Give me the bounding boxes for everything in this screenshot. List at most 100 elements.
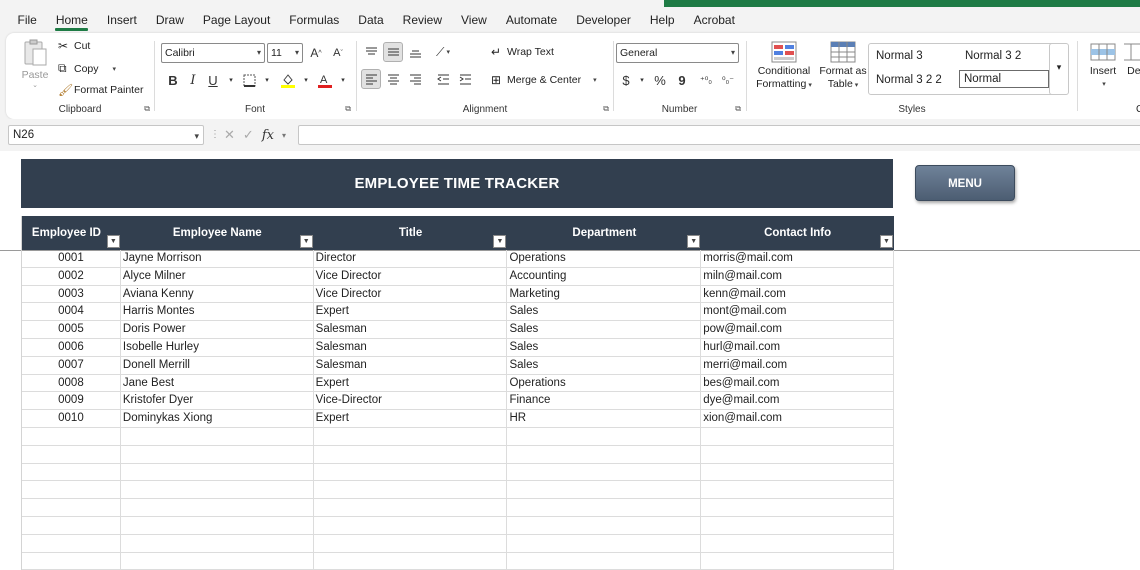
tab-page-layout[interactable]: Page Layout [193,7,279,33]
style-normal-3-2-2[interactable]: Normal 3 2 2 [876,74,942,86]
table-cell[interactable] [22,463,121,481]
table-cell[interactable]: xion@mail.com [701,410,895,427]
align-left-icon[interactable] [361,69,381,89]
table-cell[interactable] [22,499,121,516]
font-launcher-icon[interactable]: ⧉ [345,104,351,114]
increase-font-size-icon[interactable]: A ^ [306,43,326,63]
underline-chevron-icon[interactable]: ▾ [221,70,241,90]
menu-button[interactable]: MENU [915,165,1015,201]
table-cell[interactable]: Sales [507,338,702,356]
table-cell[interactable] [507,499,702,516]
table-cell[interactable] [314,481,508,499]
table-cell[interactable]: Jane Best [121,374,314,392]
currency-chevron-icon[interactable]: ▾ [632,70,652,90]
filter-dropdown-icon[interactable]: ▼ [880,235,894,248]
copy-chevron-icon[interactable]: ▾ [113,65,117,73]
tab-view[interactable]: View [452,7,497,33]
increase-indent-icon[interactable] [455,69,475,89]
table-cell[interactable]: 0010 [22,410,121,427]
table-cell[interactable]: Finance [507,392,702,410]
table-cell[interactable]: Salesman [314,356,508,374]
table-cell[interactable] [701,516,895,534]
table-cell[interactable]: Salesman [314,338,508,356]
table-cell[interactable] [507,445,702,463]
table-cell[interactable]: Director [314,250,508,267]
table-cell[interactable]: dye@mail.com [701,392,895,410]
table-cell[interactable]: Expert [314,410,508,427]
orientation-icon[interactable]: ⟋ ▾ [433,42,453,62]
decrease-decimal-icon[interactable]: ⁰₀⁻ [718,70,738,90]
tab-formulas[interactable]: Formulas [280,7,349,33]
table-cell[interactable] [22,552,121,570]
filter-dropdown-icon[interactable]: ▼ [687,235,701,248]
increase-decimal-icon[interactable]: ⁺⁰₀ [696,70,716,90]
table-cell[interactable] [701,445,895,463]
table-cell[interactable]: 0002 [22,267,121,285]
filter-dropdown-icon[interactable]: ▼ [299,235,313,248]
name-box[interactable]: N26 ▾ [8,125,204,145]
clipboard-launcher-icon[interactable]: ⧉ [144,104,150,114]
table-cell[interactable]: 0005 [22,321,121,338]
table-cell[interactable] [701,463,895,481]
table-cell[interactable] [314,463,508,481]
number-format-select[interactable]: General ▾ [616,43,739,63]
merge-chevron-icon[interactable]: ▾ [593,76,597,84]
table-cell[interactable]: Kristofer Dyer [121,392,314,410]
table-cell[interactable]: 0003 [22,285,121,303]
table-cell[interactable] [701,534,895,552]
tab-acrobat[interactable]: Acrobat [684,7,744,33]
wrap-text-button[interactable]: ↵ Wrap Text [491,45,554,59]
table-cell[interactable] [314,516,508,534]
table-cell[interactable]: Alyce Milner [121,267,314,285]
table-cell[interactable]: Doris Power [121,321,314,338]
table-cell[interactable]: 0004 [22,303,121,321]
table-cell[interactable] [121,427,314,445]
table-cell[interactable] [314,552,508,570]
table-cell[interactable]: merri@mail.com [701,356,895,374]
underline-button[interactable]: U [203,70,223,90]
table-cell[interactable] [507,534,702,552]
table-cell[interactable]: Donell Merrill [121,356,314,374]
table-cell[interactable] [121,445,314,463]
style-normal[interactable]: Normal [959,70,1049,88]
align-center-icon[interactable] [383,69,403,89]
table-cell[interactable] [121,552,314,570]
tab-help[interactable]: Help [640,7,684,33]
table-cell[interactable]: mont@mail.com [701,303,895,321]
font-family-select[interactable]: Calibri ▾ [161,43,265,63]
table-cell[interactable]: Vice Director [314,285,508,303]
styles-more-icon[interactable]: ▾ [1049,43,1069,95]
tab-developer[interactable]: Developer [567,7,641,33]
format-as-table-button[interactable]: Format as Table ▾ [817,41,869,92]
number-launcher-icon[interactable]: ⧉ [735,104,741,114]
align-right-icon[interactable] [405,69,425,89]
table-cell[interactable]: Marketing [507,285,702,303]
decrease-indent-icon[interactable] [433,69,453,89]
tab-draw[interactable]: Draw [146,7,193,33]
tab-home[interactable]: Home [46,7,97,33]
filter-dropdown-icon[interactable]: ▼ [493,235,507,248]
paste-button[interactable]: Paste ⌄ [18,39,52,89]
table-cell[interactable] [507,552,702,570]
table-cell[interactable] [507,463,702,481]
formula-input[interactable] [298,125,1140,145]
table-cell[interactable]: Harris Montes [121,303,314,321]
filter-dropdown-icon[interactable]: ▼ [106,235,120,248]
table-cell[interactable]: 0006 [22,338,121,356]
table-cell[interactable] [507,427,702,445]
conditional-formatting-button[interactable]: Conditional Formatting ▾ [753,41,815,92]
align-middle-icon[interactable] [383,42,403,62]
table-cell[interactable]: hurl@mail.com [701,338,895,356]
delete-cells-button[interactable]: Del [1124,41,1140,78]
table-cell[interactable]: Aviana Kenny [121,285,314,303]
table-cell[interactable] [314,427,508,445]
tab-insert[interactable]: Insert [97,7,146,33]
table-cell[interactable]: Accounting [507,267,702,285]
table-cell[interactable] [314,534,508,552]
table-cell[interactable] [121,516,314,534]
table-cell[interactable] [314,445,508,463]
table-cell[interactable]: kenn@mail.com [701,285,895,303]
style-normal-3[interactable]: Normal 3 [876,50,923,62]
table-cell[interactable]: Dominykas Xiong [121,410,314,427]
table-cell[interactable] [121,534,314,552]
